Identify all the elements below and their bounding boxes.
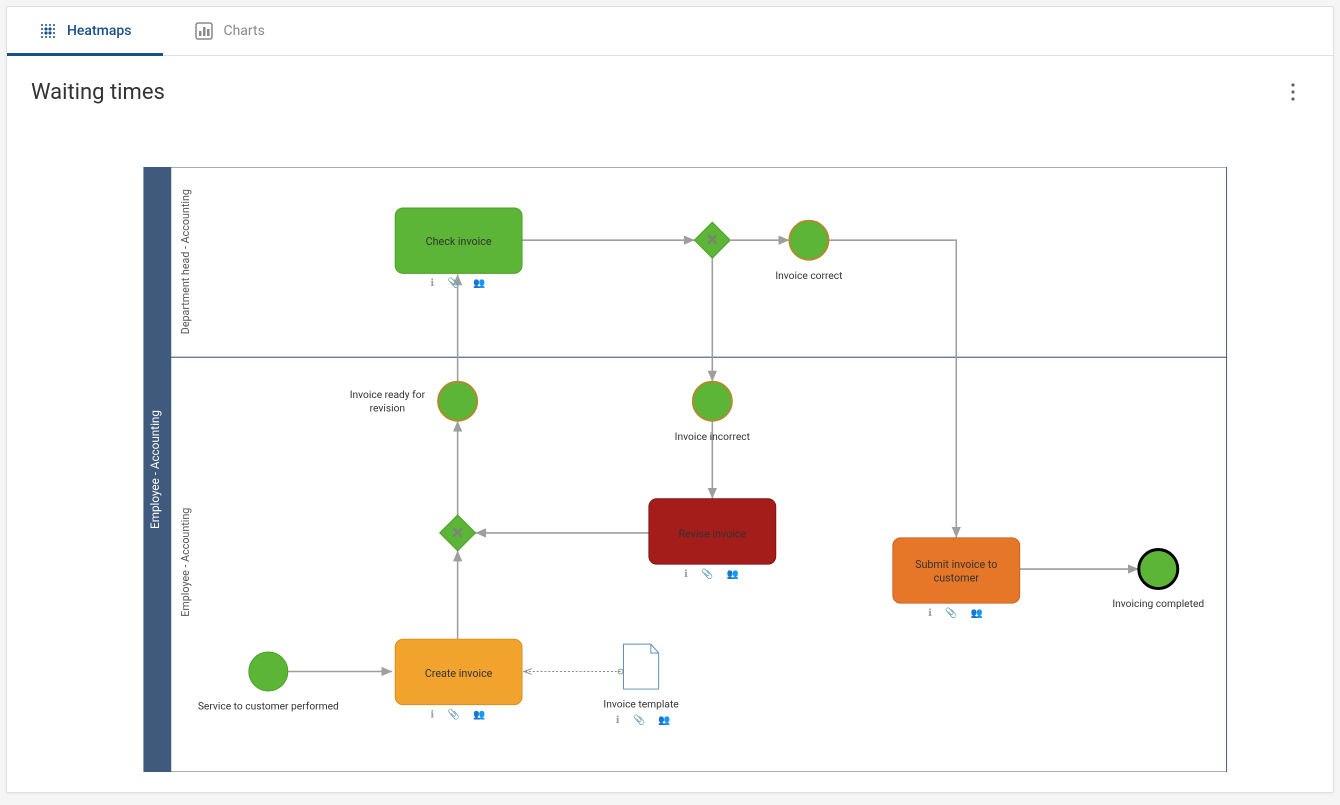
event-label: revision — [370, 402, 405, 415]
more-menu-button[interactable] — [1277, 76, 1309, 108]
svg-text:ℹ: ℹ — [616, 715, 620, 726]
lane-bottom-label: Employee - Accounting — [179, 508, 192, 617]
more-vertical-icon — [1291, 83, 1295, 101]
svg-text:📎: 📎 — [633, 713, 645, 726]
analysis-card: Heatmaps Charts Waiting times — [6, 6, 1334, 793]
tab-charts[interactable]: Charts — [163, 7, 296, 55]
data-object-invoice-template[interactable] — [624, 644, 659, 689]
svg-text:👥: 👥 — [658, 715, 670, 726]
chart-icon — [195, 22, 213, 40]
start-event-service-performed[interactable] — [249, 652, 288, 691]
pool-label: Employee - Accounting — [148, 410, 162, 529]
event-label: Service to customer performed — [198, 699, 339, 712]
svg-text:✕: ✕ — [451, 524, 464, 542]
end-event-invoicing-completed[interactable] — [1139, 550, 1178, 589]
event-invoice-incorrect[interactable] — [693, 382, 732, 421]
svg-text:ℹ: ℹ — [684, 569, 688, 580]
tab-heatmaps[interactable]: Heatmaps — [7, 7, 163, 55]
artifact-label: Invoice template — [603, 697, 679, 710]
event-invoice-ready[interactable] — [438, 382, 477, 421]
task-submit-invoice[interactable]: Submit invoice to customer — [893, 538, 1020, 603]
lane-top-label: Department head - Accounting — [179, 189, 192, 334]
svg-text:👥: 👥 — [473, 278, 485, 289]
tab-label: Charts — [223, 23, 264, 39]
tab-bar: Heatmaps Charts — [7, 7, 1333, 56]
event-invoice-correct[interactable] — [789, 221, 828, 260]
svg-text:👥: 👥 — [727, 569, 739, 580]
svg-text:👥: 👥 — [971, 608, 983, 619]
task-revise-invoice[interactable]: Revise invoice — [649, 499, 776, 564]
panel-title: Waiting times — [31, 80, 165, 105]
event-label: Invoicing completed — [1112, 597, 1204, 610]
svg-text:👥: 👥 — [473, 709, 485, 720]
tab-label: Heatmaps — [67, 23, 131, 39]
svg-text:ℹ: ℹ — [430, 278, 434, 289]
svg-text:✕: ✕ — [706, 231, 719, 249]
task-label: customer — [934, 572, 980, 585]
svg-text:📎: 📎 — [945, 606, 957, 619]
event-label: Invoice incorrect — [675, 430, 750, 443]
svg-text:📎: 📎 — [448, 707, 460, 720]
bpmn-diagram[interactable]: Employee - Accounting Department head - … — [57, 167, 1313, 772]
lane-top[interactable] — [171, 167, 1227, 357]
svg-text:ℹ: ℹ — [430, 709, 434, 720]
diagram-canvas[interactable]: Employee - Accounting Department head - … — [57, 167, 1313, 772]
event-label: Invoice ready for — [350, 388, 426, 401]
task-label: Check invoice — [426, 235, 492, 248]
svg-text:📎: 📎 — [701, 567, 713, 580]
task-create-invoice[interactable]: Create invoice — [395, 639, 522, 704]
grid-icon — [39, 22, 57, 40]
panel-header: Waiting times — [7, 56, 1333, 118]
svg-text:📎: 📎 — [448, 276, 460, 289]
task-label: Create invoice — [425, 667, 493, 680]
event-label: Invoice correct — [775, 269, 842, 282]
task-label: Revise invoice — [679, 528, 747, 541]
task-label: Submit invoice to — [915, 558, 997, 571]
task-check-invoice[interactable]: Check invoice — [395, 208, 522, 273]
svg-text:ℹ: ℹ — [928, 608, 932, 619]
